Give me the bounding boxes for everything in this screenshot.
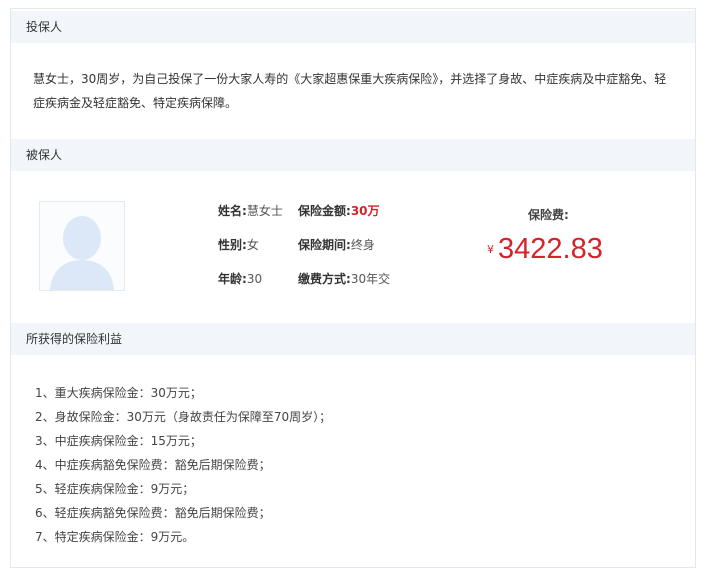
benefit-item: 1、重大疾病保险金：30万元；: [35, 386, 202, 400]
policy-panel: 投保人 慧女士，30周岁，为自己投保了一份大家人寿的《大家超惠保重大疾病保险》，…: [10, 8, 696, 568]
benefit-item: 3、中症疾病保险金：15万元；: [35, 434, 202, 448]
payment-method: 缴费方式:30年交: [298, 272, 391, 286]
premium-label: 保险费:: [528, 208, 569, 222]
sum-insured: 保险金额:30万: [298, 204, 380, 218]
premium-amount: ¥3422.83: [487, 233, 603, 266]
benefits-heading: 所获得的保险利益: [11, 323, 695, 355]
avatar-placeholder: [39, 201, 125, 291]
policyholder-description: 慧女士，30周岁，为自己投保了一份大家人寿的《大家超惠保重大疾病保险》，并选择了…: [33, 72, 667, 110]
insured-name: 姓名:慧女士: [218, 204, 283, 218]
benefit-item: 7、特定疾病保险金：9万元。: [35, 530, 195, 544]
currency-symbol: ¥: [487, 243, 494, 256]
insured-heading: 被保人: [11, 139, 695, 171]
premium-value: 3422.83: [498, 233, 603, 265]
benefit-item: 5、轻症疾病保险金：9万元；: [35, 482, 195, 496]
benefit-item: 4、中症疾病豁免保险费：豁免后期保险费；: [35, 458, 271, 472]
benefit-item: 2、身故保险金：30万元（身故责任为保障至70周岁）；: [35, 410, 332, 424]
user-silhouette-icon: [50, 216, 114, 290]
insurance-period: 保险期间:终身: [298, 238, 375, 252]
insured-gender: 性别:女: [218, 238, 259, 252]
insured-age: 年龄:30: [218, 272, 263, 286]
policyholder-heading: 投保人: [11, 11, 695, 43]
benefit-item: 6、轻症疾病豁免保险费：豁免后期保险费；: [35, 506, 271, 520]
benefits-list: 1、重大疾病保险金：30万元； 2、身故保险金：30万元（身故责任为保障至70周…: [35, 381, 331, 549]
